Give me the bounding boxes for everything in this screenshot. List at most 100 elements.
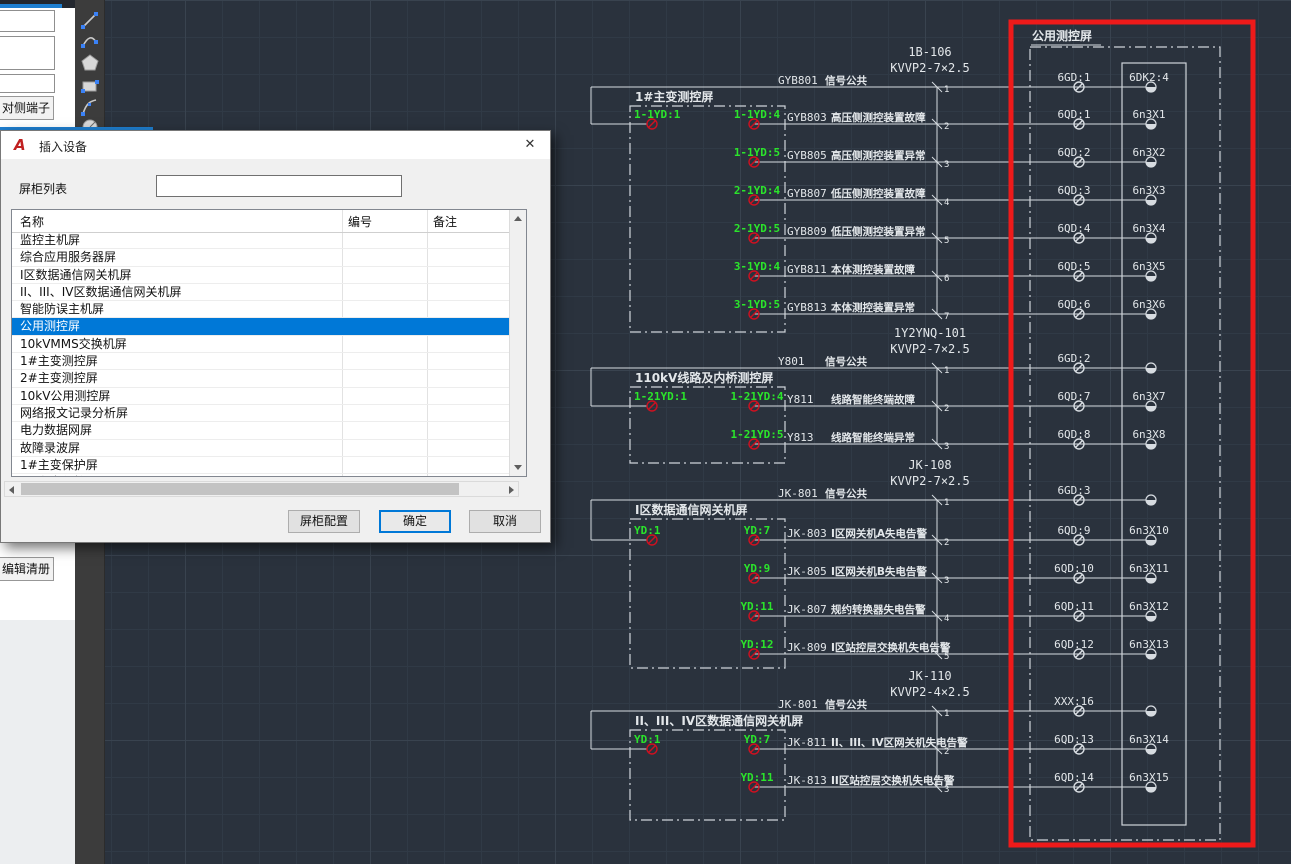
wire-desc: 线路智能终端故障 xyxy=(831,393,915,406)
wire-code: GYB813 xyxy=(787,301,827,314)
palette-input-3[interactable] xyxy=(0,74,55,93)
panel-terminal-label: YD:7 xyxy=(744,524,771,537)
core-number: 2 xyxy=(944,747,949,757)
terminal-slash-icon xyxy=(649,121,656,128)
list-item[interactable]: II、III、IV区数据通信网关机屏 xyxy=(12,284,510,301)
list-item[interactable]: 智能防误主机屏 xyxy=(12,301,510,318)
panel-terminal-label: 1-1YD:5 xyxy=(734,146,780,159)
list-item[interactable]: 10kVMMS交换机屏 xyxy=(12,336,510,353)
palette-input-2[interactable] xyxy=(0,36,55,70)
terminal-slash-icon xyxy=(649,403,656,410)
polygon-icon[interactable] xyxy=(80,53,100,73)
wire-code: JK-813 xyxy=(787,774,827,787)
opposite-terminal-button[interactable]: 对侧端子 xyxy=(0,96,54,120)
strip-terminal-label: 6n3X12 xyxy=(1129,600,1169,613)
list-item[interactable]: 电力数据网屏 xyxy=(12,422,510,439)
cable-id: 1B-106 xyxy=(908,45,951,59)
wire-code: GYB805 xyxy=(787,149,827,162)
scroll-left-icon[interactable] xyxy=(9,486,14,494)
common-panel-title: 公用测控屏 xyxy=(1032,28,1092,43)
panel-filter-input[interactable] xyxy=(156,175,402,197)
qd-terminal-label: XXX:16 xyxy=(1054,695,1094,708)
list-item[interactable]: 1#主变测控屏 xyxy=(12,353,510,370)
list-item[interactable]: 10kV公用测控屏 xyxy=(12,388,510,405)
core-number: 7 xyxy=(944,312,949,322)
list-item[interactable]: 2#主变测控屏 xyxy=(12,370,510,387)
core-number: 3 xyxy=(944,785,949,795)
core-number: 5 xyxy=(944,236,949,246)
strip-terminal-label: 6n3X4 xyxy=(1132,222,1165,235)
strip-terminal-label: 6n3X13 xyxy=(1129,638,1169,651)
rectangle-icon[interactable] xyxy=(80,76,100,96)
insert-device-dialog: A 插入设备 ✕ 屏柜列表 名称 编号 备注 监控主机屏综合应用服务器屏I区数据… xyxy=(0,130,551,543)
wire-desc: 信号公共 xyxy=(825,487,867,500)
wire-desc: 规约转换器失电告警 xyxy=(831,603,926,616)
panel-terminal-label: 2-1YD:5 xyxy=(734,222,780,235)
scrollbar-thumb[interactable] xyxy=(21,483,459,495)
wire-desc: 高压侧测控装置异常 xyxy=(831,149,926,162)
scroll-right-icon[interactable] xyxy=(509,486,514,494)
list-item[interactable]: 综合应用服务器屏 xyxy=(12,249,510,266)
cable-id: JK-108 xyxy=(908,458,951,472)
wire-code: GYB807 xyxy=(787,187,827,200)
edit-list-button[interactable]: 编辑清册 xyxy=(0,557,54,581)
panel-terminal-label: 1-1YD:4 xyxy=(734,108,781,121)
panel-title: I区数据通信网关机屏 xyxy=(635,502,747,517)
column-header-name: 名称 xyxy=(20,213,44,230)
qd-terminal-label: 6QD:10 xyxy=(1054,562,1094,575)
dialog-title-bar[interactable]: A 插入设备 ✕ xyxy=(1,131,550,159)
panel-terminal-label: 1-21YD:1 xyxy=(634,390,687,403)
panel-terminal-label: YD:12 xyxy=(740,638,773,651)
panel-terminal-label: 1-1YD:1 xyxy=(634,108,681,121)
panel-terminal-label: YD:1 xyxy=(634,524,661,537)
strip-terminal-label: 6n3X15 xyxy=(1129,771,1169,784)
list-item[interactable]: 2#主变保护屏 xyxy=(12,474,510,476)
list-item[interactable]: I区数据通信网关机屏 xyxy=(12,267,510,284)
wire-code: JK-807 xyxy=(787,603,827,616)
qd-terminal-label: 6QD:1 xyxy=(1057,108,1090,121)
scroll-up-icon[interactable] xyxy=(514,216,522,221)
list-item[interactable]: 1#主变保护屏 xyxy=(12,457,510,474)
close-icon[interactable]: ✕ xyxy=(520,136,540,154)
wire-code: GYB809 xyxy=(787,225,827,238)
palette-input-1[interactable] xyxy=(0,10,55,32)
strip-terminal-label: 6n3X1 xyxy=(1132,108,1165,121)
list-item[interactable]: 监控主机屏 xyxy=(12,232,510,249)
strip-terminal-label: 6n3X10 xyxy=(1129,524,1169,537)
panel-table: 名称 编号 备注 监控主机屏综合应用服务器屏I区数据通信网关机屏II、III、I… xyxy=(11,209,527,477)
core-number: 2 xyxy=(944,122,949,132)
panel-list-rows: 监控主机屏综合应用服务器屏I区数据通信网关机屏II、III、IV区数据通信网关机… xyxy=(12,232,510,476)
list-item[interactable]: 网络报文记录分析屏 xyxy=(12,405,510,422)
line-icon[interactable] xyxy=(80,11,100,31)
vertical-scrollbar[interactable] xyxy=(509,210,526,476)
arc-icon[interactable] xyxy=(80,32,100,52)
wire-code: Y813 xyxy=(787,431,814,444)
panel-terminal-label: YD:7 xyxy=(744,733,771,746)
wire-code: GYB803 xyxy=(787,111,827,124)
strip-terminal-label: 6n3X3 xyxy=(1132,184,1165,197)
qd-terminal-label: 6GD:3 xyxy=(1057,484,1090,497)
column-header-number: 编号 xyxy=(348,213,372,230)
spline-icon[interactable] xyxy=(80,97,100,117)
qd-terminal-label: 6QD:3 xyxy=(1057,184,1090,197)
wire-code: JK-801 xyxy=(778,698,818,711)
qd-terminal-label: 6QD:11 xyxy=(1054,600,1094,613)
wire-desc: 信号公共 xyxy=(825,698,867,711)
cancel-button[interactable]: 取消 xyxy=(469,510,541,533)
core-number: 3 xyxy=(944,576,949,586)
strip-terminal-label: 6n3X2 xyxy=(1132,146,1165,159)
panel-title: 110kV线路及内桥测控屏 xyxy=(635,370,773,385)
wire-desc: 本体测控装置异常 xyxy=(831,301,915,314)
ok-button[interactable]: 确定 xyxy=(379,510,451,533)
list-item[interactable]: 故障录波屏 xyxy=(12,440,510,457)
core-number: 3 xyxy=(944,442,949,452)
panel-config-button[interactable]: 屏柜配置 xyxy=(288,510,360,533)
panel-terminal-label: YD:11 xyxy=(740,771,773,784)
wire-desc: 高压侧测控装置故障 xyxy=(831,111,926,124)
horizontal-scrollbar[interactable] xyxy=(4,481,519,497)
list-item[interactable]: 公用测控屏 xyxy=(12,318,510,335)
table-header: 名称 编号 备注 xyxy=(12,210,510,233)
scroll-down-icon[interactable] xyxy=(514,465,522,470)
wire-code: JK-803 xyxy=(787,527,827,540)
wire-desc: 低压侧测控装置故障 xyxy=(830,187,926,200)
